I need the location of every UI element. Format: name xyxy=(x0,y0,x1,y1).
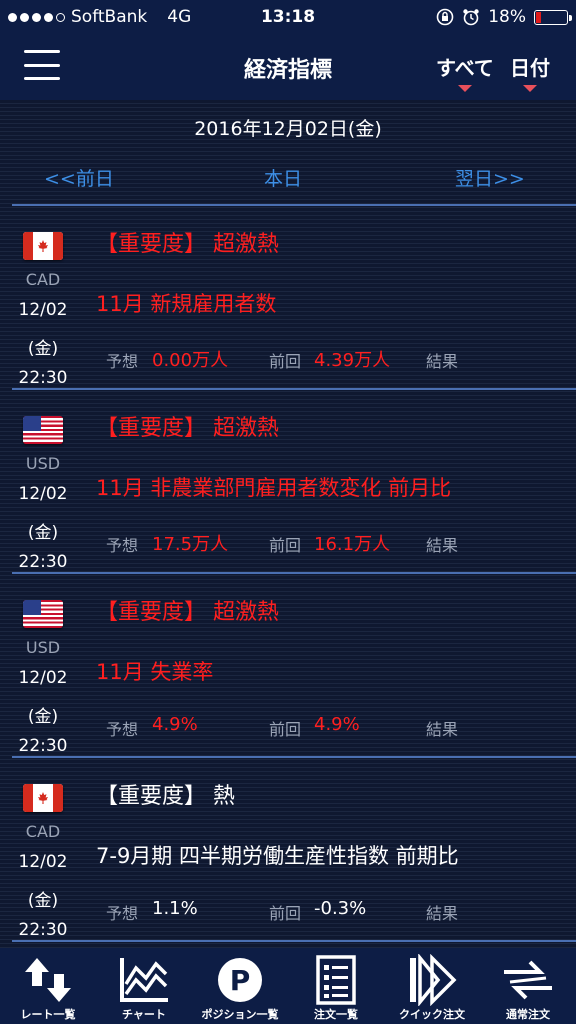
svg-text:P: P xyxy=(230,964,251,997)
tab-label: レート一覧 xyxy=(20,1008,76,1021)
bottom-tab-bar: レート一覧 チャート P ポジション一覧 注文一覧 クイック注文 通常注文 xyxy=(0,948,576,1024)
forecast-value: 1.1% xyxy=(152,898,198,919)
tab-rate-list[interactable]: レート一覧 xyxy=(0,948,96,1024)
event-date: 12/02 xyxy=(18,852,68,872)
event-time: 22:30 xyxy=(18,368,68,388)
rate-list-icon xyxy=(25,958,71,1002)
previous-label: 前回 xyxy=(269,904,302,923)
event-row[interactable]: CAD 12/02 (金) 22:30 【重要度】 超激熱 11月 新規雇用者数… xyxy=(0,206,576,390)
forecast-label: 予想 xyxy=(106,352,139,371)
forecast-value: 4.9% xyxy=(152,714,198,735)
importance-label: 【重要度】 超激熱 xyxy=(96,416,279,441)
status-bar: SoftBank 4G 13:18 18% xyxy=(0,0,576,34)
tab-label: クイック注文 xyxy=(399,1008,465,1021)
previous-value: -0.3% xyxy=(314,898,367,919)
filter-all-label: すべて xyxy=(436,56,494,80)
event-weekday: (金) xyxy=(27,339,59,359)
importance-label: 【重要度】 超激熱 xyxy=(96,232,279,257)
us-flag-icon xyxy=(23,600,63,628)
event-title: 11月 非農業部門雇用者数変化 前月比 xyxy=(96,476,452,500)
previous-label: 前回 xyxy=(269,720,302,739)
tab-label: チャート xyxy=(122,1008,166,1021)
alarm-icon xyxy=(463,9,479,26)
event-date: 12/02 xyxy=(18,668,68,688)
tab-order-list[interactable]: 注文一覧 xyxy=(288,948,384,1024)
importance-label: 【重要度】 超激熱 xyxy=(96,600,279,625)
event-time: 22:30 xyxy=(18,736,68,756)
currency-code: CAD xyxy=(25,822,61,841)
forecast-value: 0.00万人 xyxy=(152,350,229,371)
current-date: 2016年12月02日(金) xyxy=(194,118,382,140)
previous-value: 16.1万人 xyxy=(314,534,391,555)
today-link[interactable]: 本日 xyxy=(264,164,302,191)
filter-all-button[interactable]: すべて xyxy=(436,52,494,92)
event-weekday: (金) xyxy=(27,707,59,727)
forecast-label: 予想 xyxy=(106,536,139,555)
order-list-icon xyxy=(316,955,356,1005)
indicator-list[interactable]: 2016年12月02日(金) <<前日 本日 翌日>> CAD 12/02 (金… xyxy=(0,100,576,948)
event-time: 22:30 xyxy=(18,552,68,572)
forecast-value: 17.5万人 xyxy=(152,534,229,555)
result-label: 結果 xyxy=(426,352,459,371)
status-indicators: 18% xyxy=(436,7,572,27)
result-label: 結果 xyxy=(426,536,459,555)
event-weekday: (金) xyxy=(27,523,59,543)
canada-flag-icon xyxy=(23,784,63,812)
event-title: 11月 失業率 xyxy=(96,660,214,684)
battery-percent: 18% xyxy=(488,7,526,27)
currency-code: USD xyxy=(25,454,61,473)
previous-label: 前回 xyxy=(269,536,302,555)
event-time: 22:30 xyxy=(18,920,68,940)
next-day-link[interactable]: 翌日>> xyxy=(455,164,525,191)
event-weekday: (金) xyxy=(27,891,59,911)
filter-date-button[interactable]: 日付 xyxy=(510,52,550,92)
previous-value: 4.39万人 xyxy=(314,350,391,371)
event-row[interactable]: CAD 12/02 (金) 22:30 【重要度】 熱 7-9月期 四半期労働生… xyxy=(0,758,576,942)
tab-quick-order[interactable]: クイック注文 xyxy=(384,948,480,1024)
prev-day-link[interactable]: <<前日 xyxy=(44,164,114,191)
rotation-lock-icon xyxy=(436,8,454,26)
event-title: 7-9月期 四半期労働生産性指数 前期比 xyxy=(96,844,459,868)
forecast-label: 予想 xyxy=(106,904,139,923)
position-icon: P xyxy=(218,958,262,1002)
previous-label: 前回 xyxy=(269,352,302,371)
normal-order-icon xyxy=(504,960,552,1000)
tab-chart[interactable]: チャート xyxy=(96,948,192,1024)
event-title: 11月 新規雇用者数 xyxy=(96,292,277,316)
us-flag-icon xyxy=(23,416,63,444)
importance-label: 【重要度】 熱 xyxy=(96,784,235,809)
event-date: 12/02 xyxy=(18,300,68,320)
nav-bar: 経済指標 すべて 日付 xyxy=(0,34,576,100)
tab-label: 注文一覧 xyxy=(314,1008,358,1021)
divider xyxy=(12,940,576,942)
currency-code: CAD xyxy=(25,270,61,289)
battery-icon xyxy=(534,9,572,25)
filter-date-label: 日付 xyxy=(510,56,550,80)
dropdown-triangle-icon xyxy=(457,85,472,92)
previous-value: 4.9% xyxy=(314,714,360,735)
event-date: 12/02 xyxy=(18,484,68,504)
tab-position-list[interactable]: P ポジション一覧 xyxy=(192,948,288,1024)
event-row[interactable]: USD 12/02 (金) 22:30 【重要度】 超激熱 11月 失業率 予想… xyxy=(0,574,576,758)
tab-label: ポジション一覧 xyxy=(201,1008,279,1021)
result-label: 結果 xyxy=(426,904,459,923)
chart-icon xyxy=(120,958,168,1002)
result-label: 結果 xyxy=(426,720,459,739)
tab-label: 通常注文 xyxy=(506,1008,550,1021)
canada-flag-icon xyxy=(23,232,63,260)
currency-code: USD xyxy=(25,638,61,657)
forecast-label: 予想 xyxy=(106,720,139,739)
tab-normal-order[interactable]: 通常注文 xyxy=(480,948,576,1024)
quick-order-icon xyxy=(410,954,457,1006)
event-row[interactable]: USD 12/02 (金) 22:30 【重要度】 超激熱 11月 非農業部門雇… xyxy=(0,390,576,574)
dropdown-triangle-icon xyxy=(523,85,537,92)
